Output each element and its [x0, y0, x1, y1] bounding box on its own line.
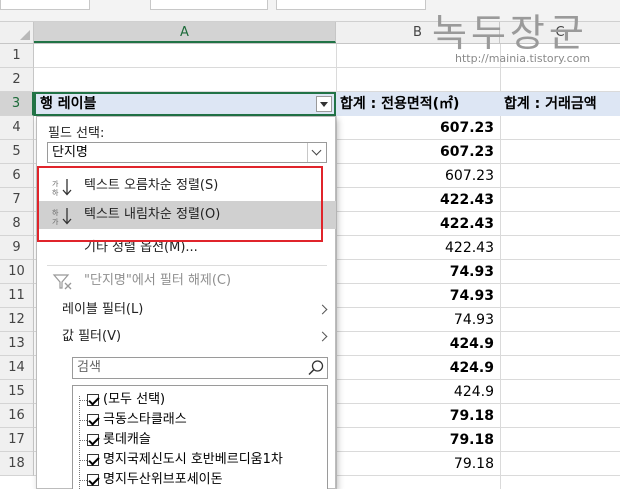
area-value-cell[interactable]: 74.93 [336, 260, 500, 284]
filter-value-list[interactable]: (모두 선택) 극동스타클래스롯데캐슬명지국제신도시 호반베르디움1차명지두산위브… [72, 385, 328, 489]
row-header[interactable]: 18 [0, 452, 34, 476]
row-header[interactable]: 1 [0, 44, 34, 68]
area-value-cell[interactable]: 74.93 [336, 308, 500, 332]
sort-descending-item[interactable]: 하 가 텍스트 내림차순 정렬(O) [38, 201, 336, 229]
checkbox-checked[interactable] [87, 454, 99, 466]
area-value-cell[interactable]: 79.18 [336, 428, 500, 452]
row-header[interactable]: 11 [0, 284, 34, 308]
row-header[interactable]: 5 [0, 140, 34, 164]
filter-list-item-label: 롯데캐슬 [103, 432, 151, 447]
checkbox-checked[interactable] [87, 434, 99, 446]
watermark-url: http://mainia.tistory.com [455, 52, 591, 65]
filter-list-item-label: 극동스타클래스 [103, 412, 187, 427]
row-header[interactable]: 13 [0, 332, 34, 356]
field-select-label: 필드 선택: [48, 126, 105, 141]
menu-separator [47, 265, 327, 266]
checkbox-checked[interactable] [87, 394, 99, 406]
filter-search-input[interactable]: 검색 [72, 357, 328, 379]
row-header[interactable]: 15 [0, 380, 34, 404]
checkbox-checked[interactable] [87, 414, 99, 426]
watermark-title: 녹두장군 [432, 11, 588, 55]
svg-text:가: 가 [52, 217, 59, 225]
clear-filter-label: "단지명"에서 필터 해제(C) [84, 273, 232, 288]
more-sort-options-label: 기타 정렬 옵션(M)... [84, 240, 198, 255]
filter-search-placeholder: 검색 [77, 360, 101, 375]
search-icon[interactable] [307, 359, 325, 377]
filter-list-item[interactable]: 명지국제신도시 호반베르디움1차 [73, 450, 323, 470]
clear-filter-item[interactable]: "단지명"에서 필터 해제(C) [38, 267, 336, 295]
area-sum-header[interactable]: 합계 : 전용면적(㎡) [336, 92, 500, 116]
more-sort-options-item[interactable]: 기타 정렬 옵션(M)... [38, 234, 336, 262]
filter-list-item[interactable]: (모두 선택) [73, 390, 323, 410]
area-value-cell[interactable]: 424.9 [336, 356, 500, 380]
filter-list-item-label: 명지두산위브포세이돈 [103, 472, 223, 487]
field-select[interactable]: 단지명 [47, 142, 327, 163]
sort-descending-icon: 하 가 [52, 208, 72, 225]
field-select-value: 단지명 [52, 145, 88, 160]
filter-dropdown-button[interactable] [316, 96, 332, 112]
checkbox-checked[interactable] [87, 474, 99, 486]
field-select-button[interactable] [307, 143, 326, 162]
row-header[interactable]: 2 [0, 68, 34, 92]
label-filter-label: 레이블 필터(L) [62, 302, 144, 317]
area-value-cell[interactable]: 422.43 [336, 188, 500, 212]
row-header[interactable]: 17 [0, 428, 34, 452]
formula-input[interactable] [150, 0, 268, 10]
svg-text:하: 하 [52, 188, 59, 196]
row-header[interactable]: 6 [0, 164, 34, 188]
filter-list-item[interactable]: 롯데캐슬 [73, 430, 323, 450]
sort-ascending-label: 텍스트 오름차순 정렬(S) [84, 178, 219, 193]
row-header[interactable]: 8 [0, 212, 34, 236]
area-value-cell[interactable]: 422.43 [336, 212, 500, 236]
name-box[interactable] [0, 0, 90, 10]
area-value-cell[interactable]: 607.23 [336, 140, 500, 164]
row-header[interactable]: 14 [0, 356, 34, 380]
area-value-cell[interactable]: 424.9 [336, 380, 500, 404]
clear-filter-icon [52, 274, 72, 290]
area-value-cell[interactable]: 607.23 [336, 116, 500, 140]
pivot-row-label: 행 레이블 [40, 96, 97, 112]
formula-input-extension[interactable] [276, 0, 426, 10]
area-value-cell[interactable]: 424.9 [336, 332, 500, 356]
area-value-cell[interactable]: 74.93 [336, 284, 500, 308]
column-header-a[interactable]: A [34, 22, 336, 43]
row-header[interactable]: 4 [0, 116, 34, 140]
row-header[interactable]: 3 [0, 92, 34, 116]
sort-descending-label: 텍스트 내림차순 정렬(O) [84, 207, 221, 222]
filter-list-item-label: (모두 선택) [103, 392, 166, 407]
area-value-cell[interactable]: 79.18 [336, 404, 500, 428]
chevron-right-icon [317, 304, 328, 315]
row-header[interactable]: 16 [0, 404, 34, 428]
row-header[interactable]: 7 [0, 188, 34, 212]
pivot-filter-dropdown: 필드 선택: 단지명 가 하 텍스트 오름차순 정렬(S) 하 가 텍스트 내림… [36, 116, 336, 489]
filter-list-item[interactable]: 명지두산위브포세이돈 [73, 470, 323, 489]
value-filter-label: 값 필터(V) [62, 329, 122, 344]
chevron-down-icon [311, 145, 322, 156]
sort-ascending-icon: 가 하 [52, 179, 72, 196]
row-header[interactable]: 9 [0, 236, 34, 260]
row-header[interactable]: 12 [0, 308, 34, 332]
filter-list-item-label: 명지국제신도시 호반베르디움1차 [103, 452, 283, 467]
label-filter-item[interactable]: 레이블 필터(L) [38, 296, 336, 324]
sort-ascending-item[interactable]: 가 하 텍스트 오름차순 정렬(S) [38, 172, 336, 200]
svg-text:가: 가 [52, 179, 59, 188]
area-value-cell[interactable]: 422.43 [336, 236, 500, 260]
pivot-row-label-cell[interactable]: 행 레이블 [34, 92, 336, 116]
chevron-right-icon [317, 331, 328, 342]
area-value-cell[interactable]: 79.18 [336, 452, 500, 476]
grid-line-horizontal [34, 67, 620, 68]
svg-text:하: 하 [52, 208, 59, 217]
dropdown-arrow-icon [320, 102, 328, 107]
filter-list-item[interactable]: 극동스타클래스 [73, 410, 323, 430]
select-all-corner[interactable] [0, 22, 34, 43]
value-filter-item[interactable]: 값 필터(V) [38, 323, 336, 351]
price-sum-header[interactable]: 합계 : 거래금액 [500, 92, 620, 116]
area-value-cell[interactable]: 607.23 [336, 164, 500, 188]
row-header[interactable]: 10 [0, 260, 34, 284]
